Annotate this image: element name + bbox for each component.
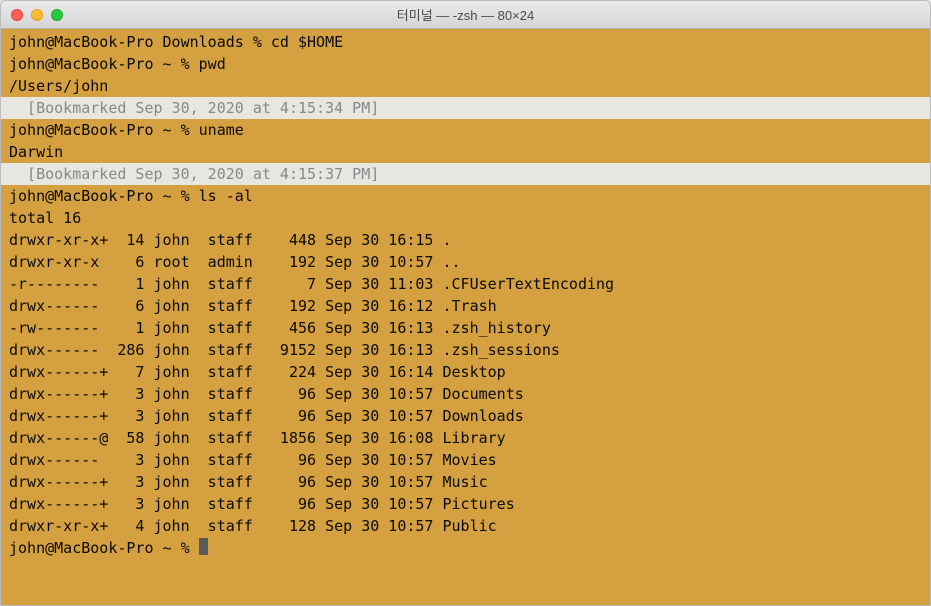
bookmark-line: [Bookmarked Sep 30, 2020 at 4:15:37 PM] xyxy=(1,163,930,185)
terminal-line: john@MacBook-Pro ~ % pwd xyxy=(9,53,922,75)
terminal-line: drwx------+ 3 john staff 96 Sep 30 10:57… xyxy=(9,383,922,405)
terminal-line: drwx------+ 3 john staff 96 Sep 30 10:57… xyxy=(9,493,922,515)
terminal-window: 터미널 — -zsh — 80×24 john@MacBook-Pro Down… xyxy=(0,0,931,606)
cursor xyxy=(199,538,208,555)
terminal-line: drwx------+ 3 john staff 96 Sep 30 10:57… xyxy=(9,405,922,427)
terminal-line: drwxr-xr-x 6 root admin 192 Sep 30 10:57… xyxy=(9,251,922,273)
terminal-line: Darwin xyxy=(9,141,922,163)
terminal-line: drwx------+ 3 john staff 96 Sep 30 10:57… xyxy=(9,471,922,493)
maximize-button[interactable] xyxy=(51,9,63,21)
terminal-line: /Users/john xyxy=(9,75,922,97)
close-button[interactable] xyxy=(11,9,23,21)
minimize-button[interactable] xyxy=(31,9,43,21)
terminal-line: drwx------ 3 john staff 96 Sep 30 10:57 … xyxy=(9,449,922,471)
bookmark-line: [Bookmarked Sep 30, 2020 at 4:15:34 PM] xyxy=(1,97,930,119)
terminal-line: drwx------ 6 john staff 192 Sep 30 16:12… xyxy=(9,295,922,317)
terminal-line: drwx------+ 7 john staff 224 Sep 30 16:1… xyxy=(9,361,922,383)
terminal-content[interactable]: john@MacBook-Pro Downloads % cd $HOMEjoh… xyxy=(1,29,930,605)
terminal-line: drwxr-xr-x+ 14 john staff 448 Sep 30 16:… xyxy=(9,229,922,251)
terminal-line: drwx------ 286 john staff 9152 Sep 30 16… xyxy=(9,339,922,361)
prompt-line: john@MacBook-Pro ~ % xyxy=(9,537,922,559)
traffic-lights xyxy=(1,9,63,21)
terminal-line: john@MacBook-Pro ~ % uname xyxy=(9,119,922,141)
terminal-line: drwx------@ 58 john staff 1856 Sep 30 16… xyxy=(9,427,922,449)
window-title: 터미널 — -zsh — 80×24 xyxy=(1,5,930,24)
terminal-line: -r-------- 1 john staff 7 Sep 30 11:03 .… xyxy=(9,273,922,295)
titlebar[interactable]: 터미널 — -zsh — 80×24 xyxy=(1,1,930,29)
terminal-line: total 16 xyxy=(9,207,922,229)
terminal-line: -rw------- 1 john staff 456 Sep 30 16:13… xyxy=(9,317,922,339)
terminal-line: drwxr-xr-x+ 4 john staff 128 Sep 30 10:5… xyxy=(9,515,922,537)
terminal-line: john@MacBook-Pro ~ % ls -al xyxy=(9,185,922,207)
terminal-line: john@MacBook-Pro Downloads % cd $HOME xyxy=(9,31,922,53)
